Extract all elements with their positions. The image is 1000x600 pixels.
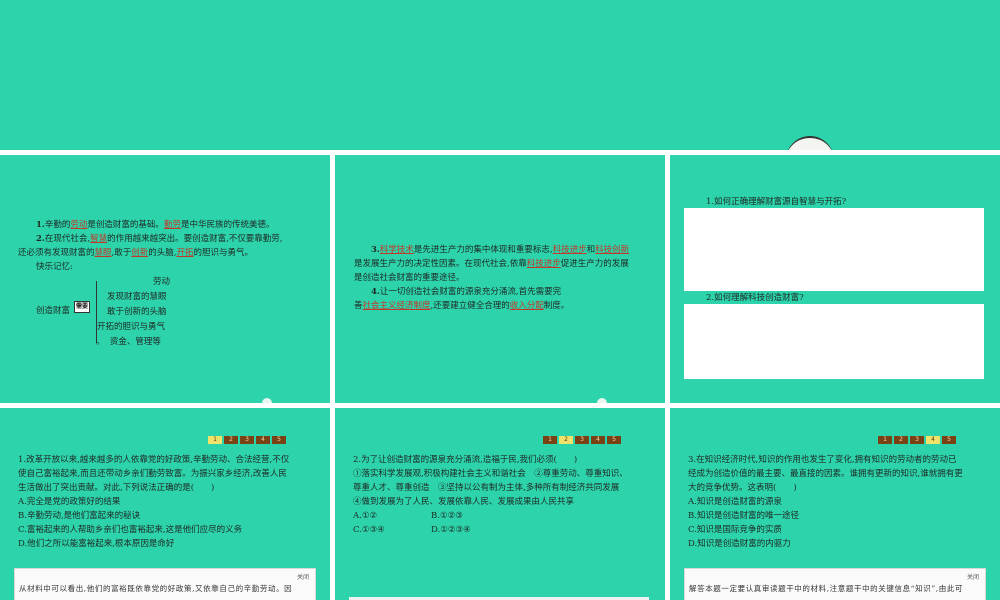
text-line: 3.科学技术是先进生产力的集中体现和重要标志,科技进步和科技创新 [371, 245, 630, 255]
slide-bubble [597, 398, 607, 403]
answer-panel: 关闭 从材料中可以看出,他们的富裕既依靠党的好政策,又依靠自己的辛勤劳动。因 [14, 568, 316, 600]
bullet-icon: 。 [96, 337, 105, 347]
page-button-5[interactable]: 5 [607, 436, 621, 444]
option-c[interactable]: C.知识是国际竞争的实质 [688, 524, 782, 536]
question-text: 使自己富裕起来,而且还带动乡亲们勤劳致富。为振兴家乡经济,改善人民 [18, 469, 287, 479]
option-d[interactable]: D.知识是创造财富的内驱力 [688, 538, 791, 550]
page-button-5[interactable]: 5 [272, 436, 286, 444]
text-line: 善社会主义经济制度,还要建立健全合理的收入分配制度。 [354, 301, 570, 311]
page-button-5[interactable]: 5 [942, 436, 956, 444]
slide-knowledge-2: 3.科学技术是先进生产力的集中体现和重要标志,科技进步和科技创新 是发展生产力的… [335, 155, 665, 403]
text-line: 2.在现代社会,智慧的作用越来越突出。要创造财富,不仅要靠勤劳, [36, 234, 283, 244]
slide-exercise-1: 1 2 3 4 5 1.改革开放以来,越来越多的人依靠党的好政策,辛勤劳动、合法… [0, 408, 330, 600]
text-line: 是创造社会财富的重要途径。 [354, 273, 465, 283]
question-1: 1.如何正确理解财富源自智慧与开拓? [706, 197, 847, 207]
question-text: 生活做出了突出贡献。对此,下列说法正确的是( ) [18, 483, 215, 493]
option-a[interactable]: A.知识是创造财富的源泉 [688, 496, 782, 508]
page-button-4[interactable]: 4 [591, 436, 605, 444]
question-text: ①落实科学发展观,积极构建社会主义和谐社会 ②尊重劳动、尊重知识、 [353, 469, 628, 479]
answer-text: 解答本题一定要认真审读题干中的材料,注意题干中的关键信息“知识”,由此可 [689, 584, 964, 593]
question-text: 尊重人才、尊重创造 ③坚持以公有制为主体,多种所有制经济共同发展 [353, 483, 620, 493]
page-nav: 1 2 3 4 5 [878, 436, 956, 444]
slide-exercise-2: 1 2 3 4 5 2.为了让创造财富的源泉充分涌流,造福于民,我们必须( ) … [335, 408, 665, 600]
option-d[interactable]: D.他们之所以能富裕起来,根本原因是命好 [18, 538, 174, 550]
page-button-2[interactable]: 2 [894, 436, 908, 444]
close-button[interactable]: 关闭 [297, 572, 309, 581]
text-line: 4.让一切创造社会财富的源泉充分涌流,首先需要完 [371, 287, 562, 297]
memory-item: 。 资金、管理等 [96, 337, 161, 347]
text-line: 还必须有发现财富的慧眼,敢于创新的头脑,开拓的胆识与勇气。 [18, 248, 253, 258]
title-slide [0, 0, 1000, 150]
memory-brace [96, 281, 97, 343]
page-button-3[interactable]: 3 [575, 436, 589, 444]
question-text: 1.改革开放以来,越来越多的人依靠党的好政策,辛勤劳动、合法经营,不仅 [18, 455, 290, 465]
page-button-3[interactable]: 3 [910, 436, 924, 444]
page-button-4[interactable]: 4 [926, 436, 940, 444]
page-nav: 1 2 3 4 5 [543, 436, 621, 444]
page-button-2[interactable]: 2 [224, 436, 238, 444]
page-button-3[interactable]: 3 [240, 436, 254, 444]
option-b[interactable]: B.①②③ [431, 510, 463, 522]
option-a[interactable]: A.①② [353, 510, 377, 522]
question-2: 2.如何理解科技创造财富? [706, 293, 804, 303]
memory-root: 创造财富 [36, 306, 71, 316]
memory-item: 开拓的胆识与勇气 [97, 322, 166, 332]
answer-area-1[interactable] [684, 208, 984, 291]
option-c[interactable]: C.①③④ [353, 524, 385, 536]
option-b[interactable]: B.知识是创造财富的唯一途径 [688, 510, 799, 522]
page-button-2[interactable]: 2 [559, 436, 573, 444]
memory-item: 敢于创新的头脑 [107, 307, 167, 317]
answer-panel: 关闭 解答本题一定要认真审读题干中的材料,注意题干中的关键信息“知识”,由此可 [684, 568, 986, 600]
question-text: ④做到发展为了人民、发展依靠人民、发展成果由人民共享 [353, 497, 575, 507]
text-line: 是发展生产力的决定性因素。在现代社会,依靠科技进步促进生产力的发展 [354, 259, 629, 269]
need-label: 需要 [74, 301, 90, 313]
close-button[interactable]: 关闭 [967, 572, 979, 581]
page-button-4[interactable]: 4 [256, 436, 270, 444]
option-d[interactable]: D.①②③④ [431, 524, 471, 536]
page-button-1[interactable]: 1 [208, 436, 222, 444]
memory-item: 发现财富的慧眼 [107, 292, 167, 302]
page-button-1[interactable]: 1 [543, 436, 557, 444]
question-text: 3.在知识经济时代,知识的作用也发生了变化,拥有知识的劳动者的劳动已 [688, 455, 957, 465]
memory-item: 劳动 [153, 277, 171, 287]
slide-exercise-3: 1 2 3 4 5 3.在知识经济时代,知识的作用也发生了变化,拥有知识的劳动者… [670, 408, 1000, 600]
memory-heading: 快乐记忆: [36, 262, 73, 272]
slide-questions: 1.如何正确理解财富源自智慧与开拓? 2.如何理解科技创造财富? [670, 155, 1000, 403]
question-text: 大的竞争优势。这表明( ) [688, 483, 797, 493]
answer-area-2[interactable] [684, 304, 984, 379]
question-text: 经成为创造价值的最主要、最直接的因素。谁拥有更新的知识,谁就拥有更 [688, 469, 963, 479]
slide-knowledge-1: 1.辛勤的劳动是创造财富的基础。勤劳是中华民族的传统美德。 2.在现代社会,智慧… [0, 155, 330, 403]
text-line: 1.辛勤的劳动是创造财富的基础。勤劳是中华民族的传统美德。 [36, 220, 275, 230]
slide-bubble [262, 398, 272, 403]
question-text: 2.为了让创造财富的源泉充分涌流,造福于民,我们必须( ) [353, 455, 578, 465]
option-c[interactable]: C.富裕起来的人帮助乡亲们也富裕起来,这是他们应尽的义务 [18, 524, 242, 536]
option-b[interactable]: B.辛勤劳动,是他们富起来的秘诀 [18, 510, 140, 522]
page-button-1[interactable]: 1 [878, 436, 892, 444]
option-a[interactable]: A.完全是党的政策好的结果 [18, 496, 120, 508]
answer-text: 从材料中可以看出,他们的富裕既依靠党的好政策,又依靠自己的辛勤劳动。因 [19, 584, 293, 593]
mascot-head [786, 136, 834, 150]
page-nav: 1 2 3 4 5 [208, 436, 286, 444]
